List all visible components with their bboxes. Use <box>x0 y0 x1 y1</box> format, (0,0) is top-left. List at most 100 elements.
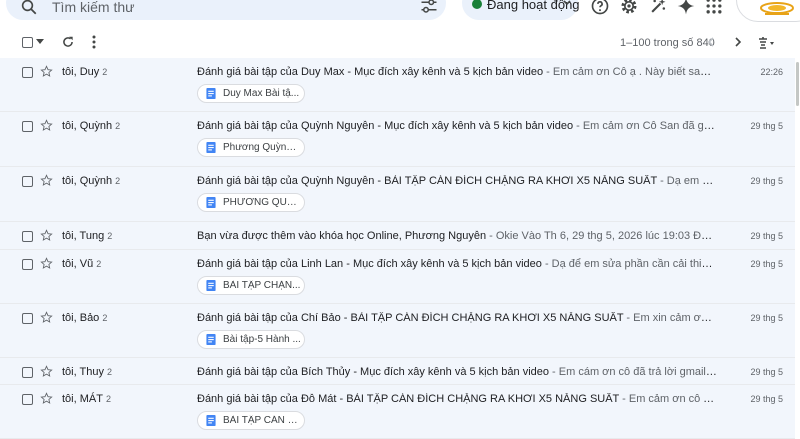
email-date: 29 thg 5 <box>750 176 783 186</box>
list-toolbar: 1–100 trong số 840 <box>0 30 800 56</box>
next-page-icon[interactable] <box>733 37 743 47</box>
google-doc-icon <box>206 142 216 153</box>
apps-grid-icon[interactable] <box>704 0 724 16</box>
email-row[interactable]: tôi, Bảo 2 Đánh giá bài tập của Chí Bảo - … <box>0 304 795 358</box>
email-date: 29 thg 5 <box>750 394 783 404</box>
email-preview[interactable]: Đánh giá bài tập của Duy Max - Mục đích … <box>197 66 717 78</box>
status-selector[interactable]: Đang hoạt động <box>462 0 580 20</box>
email-preview[interactable]: Đánh giá bài tập của Linh Lan - Mục đích… <box>197 258 717 270</box>
settings-icon[interactable] <box>619 0 639 16</box>
email-sender: tôi, Quỳnh 2 <box>62 175 121 187</box>
brand-logo <box>760 2 794 15</box>
star-icon[interactable] <box>40 392 53 405</box>
email-preview[interactable]: Đánh giá bài tập của Quỳnh Nguyễn - Mục … <box>197 120 717 132</box>
row-checkbox[interactable] <box>22 121 33 132</box>
email-snippet: - Okie Vào Th 6, 29 thg 5, 2026 lúc 19:0… <box>489 230 717 242</box>
help-icon[interactable] <box>590 0 610 16</box>
email-subject: Đánh giá bài tập của Linh Lan - Mục đích… <box>197 258 542 270</box>
email-snippet: - Em cảm ơn cô Yêu đã nhận xét góp... <box>622 393 717 405</box>
email-date: 29 thg 5 <box>750 313 783 323</box>
thread-count: 2 <box>107 231 113 241</box>
email-sender: tôi, Vũ 2 <box>62 258 102 270</box>
thread-count: 2 <box>107 367 113 377</box>
google-doc-icon <box>206 88 216 99</box>
input-tools-icon[interactable] <box>757 36 775 49</box>
attachment-name: Phương Quỳnh ... <box>223 142 301 153</box>
row-checkbox[interactable] <box>22 176 33 187</box>
search-icon[interactable] <box>20 0 38 16</box>
email-row[interactable]: tôi, Vũ 2 Đánh giá bài tập của Linh Lan - … <box>0 250 795 304</box>
email-preview[interactable]: Đánh giá bài tập của Chí Bảo - BÀI TẬP C… <box>197 312 717 324</box>
google-doc-icon <box>206 280 216 291</box>
google-doc-icon <box>206 415 216 426</box>
select-all-checkbox[interactable] <box>22 37 33 48</box>
star-icon[interactable] <box>40 257 53 270</box>
star-icon[interactable] <box>40 229 53 242</box>
email-row[interactable]: tôi, Thuy 2 Đánh giá bài tập của Bích Thủy… <box>0 358 795 385</box>
attachment-name: BÀI TẬP CHẶN... <box>223 280 301 291</box>
attachment-chip[interactable]: BÀI TẬP CHẶN... <box>197 276 305 295</box>
row-checkbox[interactable] <box>22 67 33 78</box>
attachment-chip[interactable]: Duy Max Bài tậ... <box>197 84 305 103</box>
email-preview[interactable]: Bạn vừa được thêm vào khóa học Online, P… <box>197 230 717 242</box>
email-sender: tôi, Quỳnh 2 <box>62 120 121 132</box>
scrollbar-track[interactable] <box>795 58 800 435</box>
email-row[interactable]: tôi, Quỳnh 2 Đánh giá bài tập của Quỳnh Ng… <box>0 167 795 222</box>
attachment-name: PHƯƠNG QUỲN... <box>223 197 301 208</box>
email-row[interactable]: tôi, Quỳnh 2 Đánh giá bài tập của Quỳnh Ng… <box>0 112 795 167</box>
email-snippet: - Dạ em cảm ơn Cô San đã n... <box>660 175 717 187</box>
gemini-icon[interactable] <box>676 0 696 16</box>
search-bar[interactable] <box>6 0 446 20</box>
star-icon[interactable] <box>40 65 53 78</box>
attachment-name: Bài tập-5 Hành ... <box>223 334 301 345</box>
email-subject: Bạn vừa được thêm vào khóa học Online, P… <box>197 230 487 242</box>
email-row[interactable]: tôi, Tung 2 Bạn vừa được thêm vào khóa học… <box>0 222 795 250</box>
attachment-chip[interactable]: Bài tập-5 Hành ... <box>197 330 305 349</box>
email-preview[interactable]: Đánh giá bài tập của Quỳnh Nguyễn - BÀI … <box>197 175 717 187</box>
thread-count: 2 <box>96 259 102 269</box>
email-row[interactable]: tôi, MÁT 2 Đánh giá bài tập của Đỗ Mát - B… <box>0 385 795 439</box>
account-button[interactable] <box>736 0 800 22</box>
email-subject: Đánh giá bài tập của Chí Bảo - BÀI TẬP C… <box>197 312 624 324</box>
email-subject: Đánh giá bài tập của Đỗ Mát - BÀI TẬP CÁ… <box>197 393 620 405</box>
search-options-icon[interactable] <box>420 0 438 14</box>
star-icon[interactable] <box>40 119 53 132</box>
thread-count: 2 <box>115 121 121 131</box>
email-subject: Đánh giá bài tập của Quỳnh Nguyễn - Mục … <box>197 120 574 132</box>
search-input[interactable] <box>52 0 392 16</box>
thread-count: 2 <box>115 176 121 186</box>
row-checkbox[interactable] <box>22 259 33 270</box>
row-checkbox[interactable] <box>22 367 33 378</box>
email-date: 29 thg 5 <box>750 231 783 241</box>
select-dropdown-icon[interactable] <box>36 39 44 45</box>
email-date: 29 thg 5 <box>750 121 783 131</box>
chevron-down-icon <box>563 0 571 6</box>
email-preview[interactable]: Đánh giá bài tập của Bích Thủy - Mục đíc… <box>197 366 717 378</box>
thread-count: 2 <box>102 67 108 77</box>
email-snippet: - Dạ để em sửa phần cần cải thiện Vào Th… <box>544 258 717 270</box>
email-snippet: - Em cảm ơn Cô ạ . Này biết sao bao năm … <box>546 66 717 78</box>
sparkle-tool-icon[interactable] <box>648 0 668 16</box>
email-sender: tôi, Bảo 2 <box>62 312 108 324</box>
email-subject: Đánh giá bài tập của Quỳnh Nguyễn - BÀI … <box>197 175 658 187</box>
star-icon[interactable] <box>40 311 53 324</box>
refresh-icon[interactable] <box>61 35 75 49</box>
row-checkbox[interactable] <box>22 313 33 324</box>
pagination-info[interactable]: 1–100 trong số 840 <box>620 37 715 49</box>
email-row[interactable]: tôi, Duy 2 Đánh giá bài tập của Duy Max - … <box>0 58 795 112</box>
scrollbar-thumb[interactable] <box>796 62 799 106</box>
row-checkbox[interactable] <box>22 394 33 405</box>
attachment-chip[interactable]: PHƯƠNG QUỲN... <box>197 193 305 212</box>
star-icon[interactable] <box>40 174 53 187</box>
email-date: 29 thg 5 <box>750 259 783 269</box>
row-checkbox[interactable] <box>22 231 33 242</box>
previous-page-icon[interactable] <box>706 37 716 47</box>
more-options-icon[interactable] <box>91 35 97 49</box>
attachment-chip[interactable]: BÀI TẬP CÁN ĐÍ... <box>197 411 305 430</box>
star-icon[interactable] <box>40 365 53 378</box>
status-dot <box>472 0 482 9</box>
attachment-chip[interactable]: Phương Quỳnh ... <box>197 138 305 157</box>
email-preview[interactable]: Đánh giá bài tập của Đỗ Mát - BÀI TẬP CÁ… <box>197 393 717 405</box>
thread-count: 2 <box>102 313 108 323</box>
google-doc-icon <box>206 197 216 208</box>
